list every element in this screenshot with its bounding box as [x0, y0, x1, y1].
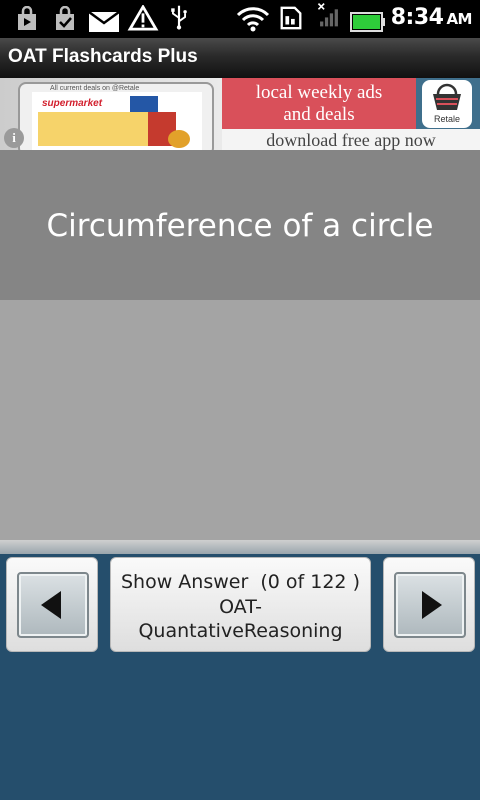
previous-card-button[interactable] — [6, 557, 98, 652]
flashcard-answer-area[interactable] — [0, 300, 480, 540]
arrow-left-icon — [41, 591, 61, 619]
arrow-right-icon — [422, 591, 442, 619]
ad-info-icon[interactable]: i — [4, 128, 24, 148]
deck-name-line2: QuantativeReasoning — [138, 620, 343, 642]
flashcard-question: Circumference of a circle — [46, 208, 434, 244]
mail-icon — [88, 10, 120, 32]
flashcard-bottom-edge — [0, 540, 480, 554]
previous-arrow-box — [17, 572, 89, 638]
sim-icon — [280, 6, 302, 30]
wifi-icon — [236, 7, 270, 32]
ad-tablet-image[interactable]: All current deals on @Retale supermarket — [18, 82, 214, 150]
no-signal-icon — [317, 3, 338, 27]
app-title: OAT Flashcards Plus — [8, 46, 198, 67]
ad-flyer-badge — [168, 130, 190, 148]
title-bar: OAT Flashcards Plus — [0, 38, 480, 78]
basket-icon — [433, 83, 461, 110]
deck-name-line1: OAT- — [219, 596, 262, 618]
battery-icon — [350, 12, 385, 32]
clock-ampm: AM — [446, 10, 472, 28]
ad-flyer-name: supermarket — [42, 98, 103, 109]
next-card-button[interactable] — [383, 557, 475, 652]
show-answer-button[interactable]: Show Answer (0 of 122 ) OAT- QuantativeR… — [110, 557, 371, 652]
next-arrow-box — [394, 572, 466, 638]
ad-tablet-caption: All current deals on @Retale — [50, 85, 140, 92]
ad-headline-line2: and deals — [283, 104, 355, 125]
warning-icon — [127, 5, 159, 31]
ad-banner[interactable]: All current deals on @Retale supermarket… — [0, 78, 480, 150]
usb-icon — [171, 5, 187, 30]
status-bar: 8:34 AM — [0, 0, 480, 38]
ad-flyer-accent — [130, 96, 158, 112]
clock-time: 8:34 — [390, 5, 444, 30]
clock: 8:34 AM — [390, 5, 473, 30]
ad-flyer: supermarket — [38, 96, 158, 146]
show-answer-label: Show Answer (0 of 122 ) — [121, 571, 360, 593]
shopping-bag-icon — [18, 6, 36, 30]
ad-cta-text: download free app now — [266, 130, 436, 150]
ad-logo-text: Retale — [433, 114, 460, 124]
ad-headline-line1: local weekly ads — [255, 82, 383, 103]
retale-logo[interactable]: Retale — [422, 80, 472, 128]
shopping-bag-check-icon — [56, 6, 74, 30]
